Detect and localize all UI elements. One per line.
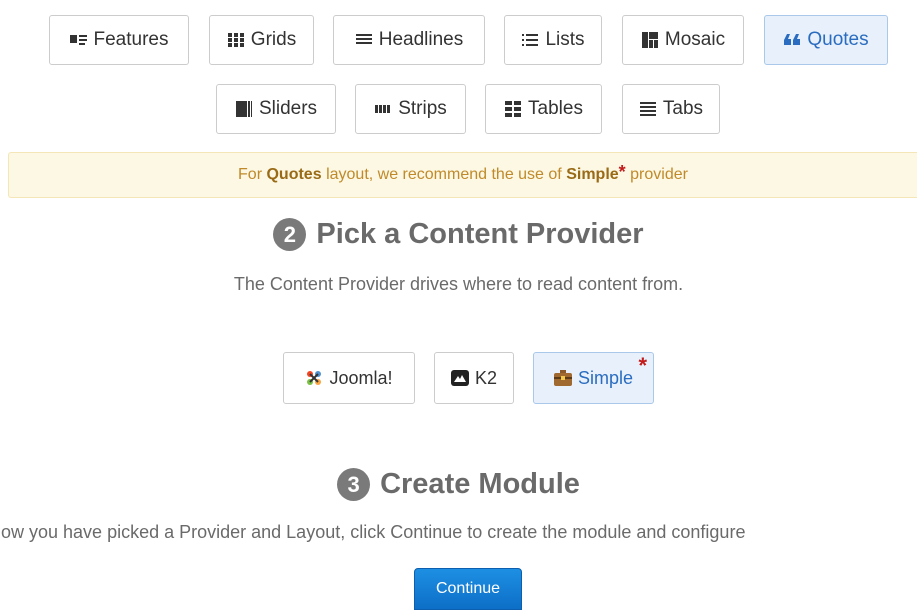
recommendation-alert: For Quotes layout, we recommend the use … <box>8 152 917 198</box>
step-number-badge: 3 <box>337 468 371 501</box>
layout-button-mosaic[interactable]: Mosaic <box>622 15 744 65</box>
tables-icon <box>504 101 522 117</box>
layout-button-sliders[interactable]: Sliders <box>216 84 336 134</box>
layout-label: Quotes <box>807 29 869 50</box>
provider-button-simple[interactable]: Simple * <box>533 352 654 404</box>
layout-button-strips[interactable]: Strips <box>355 84 466 134</box>
layout-button-quotes[interactable]: Quotes <box>764 15 888 65</box>
layout-label: Tables <box>528 98 583 119</box>
sliders-icon <box>235 101 253 117</box>
alert-provider-name: Simple <box>566 166 619 183</box>
layout-label: Sliders <box>258 98 318 119</box>
recommended-star: * <box>638 353 647 378</box>
required-star: * <box>618 161 626 182</box>
simple-icon <box>553 370 572 386</box>
quotes-icon <box>783 32 801 48</box>
layout-button-features[interactable]: Features <box>49 15 189 65</box>
provider-label: Joomla! <box>329 367 393 388</box>
features-icon <box>69 32 88 48</box>
provider-label: K2 <box>474 367 498 388</box>
layout-label: Headlines <box>378 29 464 50</box>
step-title: Create Module <box>380 468 580 500</box>
alert-prefix: For <box>238 166 263 183</box>
step-number-badge: 2 <box>273 218 307 251</box>
k2-icon <box>450 370 469 386</box>
alert-layout-name: Quotes <box>266 166 322 183</box>
layout-label: Mosaic <box>664 29 726 50</box>
step-2-heading: 2 Pick a Content Provider <box>0 218 917 251</box>
provider-button-k2[interactable]: K2 <box>434 352 514 404</box>
layout-label: Grids <box>250 29 297 50</box>
grids-icon <box>227 32 245 48</box>
joomla-icon <box>305 370 323 386</box>
provider-button-joomla[interactable]: Joomla! <box>283 352 415 404</box>
alert-middle: layout, we recommend the use of <box>326 166 562 183</box>
layout-label: Lists <box>545 29 585 50</box>
strips-icon <box>374 101 392 117</box>
layout-button-headlines[interactable]: Headlines <box>333 15 485 65</box>
layout-button-lists[interactable]: Lists <box>504 15 602 65</box>
tabs-icon <box>639 101 657 117</box>
layout-label: Strips <box>398 98 447 119</box>
mosaic-icon <box>641 32 659 48</box>
lists-icon <box>521 32 539 48</box>
step-3-heading: 3 Create Module <box>0 468 917 501</box>
layout-button-grids[interactable]: Grids <box>209 15 314 65</box>
continue-button[interactable]: Continue <box>414 568 522 610</box>
provider-label: Simple <box>577 367 634 388</box>
step-2-description: The Content Provider drives where to rea… <box>233 274 684 294</box>
headlines-icon <box>355 32 373 48</box>
layout-label: Features <box>93 29 169 50</box>
step-3-description: Now you have picked a Provider and Layou… <box>0 522 746 542</box>
layout-button-tables[interactable]: Tables <box>485 84 602 134</box>
layout-label: Tabs <box>662 98 704 119</box>
alert-suffix: provider <box>630 166 688 183</box>
step-title: Pick a Content Provider <box>316 218 644 250</box>
layout-button-tabs[interactable]: Tabs <box>622 84 720 134</box>
